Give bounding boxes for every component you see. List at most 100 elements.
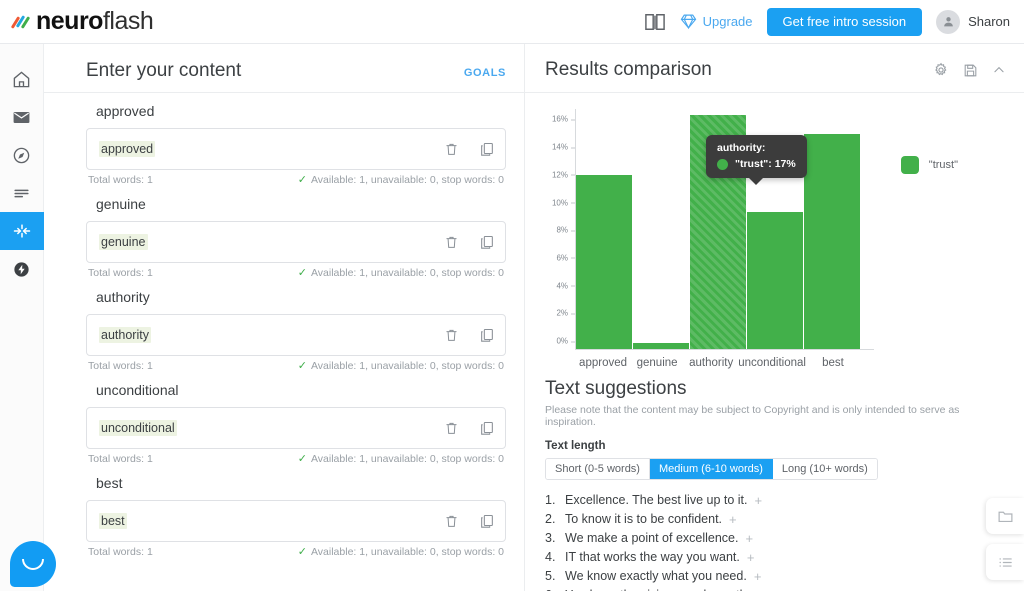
delete-button[interactable]	[444, 141, 459, 157]
bar[interactable]	[746, 212, 803, 349]
field-meta: Total words: 1 ✓ Available: 1, unavailab…	[86, 263, 506, 280]
gear-icon[interactable]	[933, 62, 949, 78]
trash-icon	[446, 329, 457, 341]
y-tick: 12%	[552, 170, 576, 179]
chat-widget-button[interactable]	[10, 541, 56, 587]
bar[interactable]	[803, 133, 860, 349]
keyword-input[interactable]: genuine	[86, 221, 506, 263]
compass-icon	[13, 147, 30, 163]
sidebar-item-text[interactable]	[0, 174, 44, 212]
delete-button[interactable]	[444, 234, 459, 250]
keyword-value: authority	[99, 327, 151, 343]
copy-button[interactable]	[479, 327, 495, 344]
trash-icon	[446, 143, 457, 155]
book-icon[interactable]	[644, 12, 666, 32]
folder-icon	[998, 511, 1012, 522]
check-icon: ✓	[297, 453, 307, 465]
save-icon[interactable]	[963, 63, 978, 78]
text-length-option[interactable]: Long (10+ words)	[772, 459, 877, 479]
bar[interactable]	[633, 343, 690, 349]
delete-button[interactable]	[444, 327, 459, 343]
left-rail	[0, 44, 44, 591]
person-icon	[943, 17, 953, 27]
y-tick: 4%	[556, 281, 575, 290]
suggestion-number: 4.	[545, 550, 556, 564]
top-bar: neuroflash Upgrade Get free intro sessio…	[0, 0, 1024, 44]
tooltip-title: authority:	[717, 142, 766, 154]
total-words: Total words: 1	[88, 266, 153, 279]
sidebar-item-explore[interactable]	[0, 136, 44, 174]
copy-button[interactable]	[479, 420, 495, 437]
content-block: authority authority Total words: 1 ✓ Ava…	[86, 289, 506, 372]
bar-slot	[576, 109, 633, 349]
plus-icon[interactable]: +	[747, 548, 755, 567]
keyword-input[interactable]: authority	[86, 314, 506, 356]
user-menu[interactable]: Sharon	[936, 9, 1010, 34]
list-icon	[998, 557, 1012, 567]
availability-text: Available: 1, unavailable: 0, stop words…	[310, 545, 504, 558]
get-free-intro-session-button[interactable]: Get free intro session	[766, 7, 923, 36]
top-bar-actions: Upgrade Get free intro session Sharon	[644, 7, 1010, 36]
y-tick: 14%	[552, 143, 576, 152]
block-label: unconditional	[96, 382, 179, 398]
plus-icon[interactable]: +	[745, 529, 753, 548]
field-actions	[444, 327, 495, 344]
copy-button[interactable]	[479, 141, 495, 158]
keyword-value: best	[99, 513, 127, 529]
upgrade-button[interactable]: Upgrade	[680, 13, 753, 30]
x-tick-label: authority	[689, 357, 734, 369]
bar[interactable]	[576, 175, 633, 349]
chevron-up-icon[interactable]	[992, 63, 1006, 77]
availability-status: ✓ Available: 1, unavailable: 0, stop wor…	[298, 266, 504, 280]
copy-button[interactable]	[479, 513, 495, 530]
text-suggestions-title: Text suggestions	[545, 378, 687, 399]
copy-button[interactable]	[479, 234, 495, 251]
mail-icon	[13, 111, 30, 123]
field-meta: Total words: 1 ✓ Available: 1, unavailab…	[86, 356, 506, 373]
availability-text: Available: 1, unavailable: 0, stop words…	[310, 266, 504, 279]
sidebar-item-flash[interactable]	[0, 250, 44, 288]
results-panel-actions	[933, 62, 1006, 78]
chat-smile-icon	[22, 558, 44, 570]
text-length-option[interactable]: Short (0-5 words)	[546, 459, 650, 479]
x-tick-label: approved	[579, 357, 628, 369]
sidebar-item-compare[interactable]	[0, 212, 44, 250]
content-block: best best Total words: 1 ✓ Available: 1,…	[86, 475, 506, 558]
keyword-input[interactable]: best	[86, 500, 506, 542]
keyword-input[interactable]: unconditional	[86, 407, 506, 449]
brand-logo[interactable]: neuroflash	[10, 9, 154, 34]
list-item: 2. To know it is to be confident. +	[545, 510, 1008, 529]
list-item: 5. We know exactly what you need. +	[545, 567, 1008, 586]
text-length-option[interactable]: Medium (6-10 words)	[649, 459, 773, 479]
floating-action-stack	[986, 498, 1024, 590]
delete-button[interactable]	[444, 513, 459, 529]
copy-icon	[481, 421, 493, 435]
folder-button[interactable]	[986, 498, 1024, 534]
plus-icon[interactable]: +	[754, 567, 762, 586]
legend-label: "trust"	[928, 159, 958, 171]
copy-icon	[481, 235, 493, 249]
total-words: Total words: 1	[88, 173, 153, 186]
goals-link[interactable]: GOALS	[464, 67, 506, 79]
block-label: approved	[96, 103, 155, 119]
y-tick: 0%	[556, 337, 575, 346]
copyright-note: Please note that the content may be subj…	[545, 404, 960, 428]
app-root: neuroflash Upgrade Get free intro sessio…	[0, 0, 1024, 591]
check-icon: ✓	[297, 546, 307, 558]
plus-icon[interactable]: +	[755, 491, 763, 510]
delete-button[interactable]	[444, 420, 459, 436]
list-button[interactable]	[986, 544, 1024, 580]
results-panel-header: Results comparison	[525, 44, 1024, 93]
plus-icon[interactable]: +	[729, 510, 737, 529]
tooltip-series-dot	[717, 158, 728, 170]
check-icon: ✓	[297, 360, 307, 372]
list-item: 6. You have the vision - we know the way…	[545, 586, 1008, 591]
sidebar-item-mail[interactable]	[0, 98, 44, 136]
keyword-input[interactable]: approved	[86, 128, 506, 170]
tooltip-value: "trust": 17%	[735, 158, 796, 170]
plus-icon[interactable]: +	[789, 586, 797, 591]
total-words: Total words: 1	[88, 545, 153, 558]
sidebar-item-home[interactable]	[0, 60, 44, 98]
x-axis-labels: approved genuine authority unconditional bes…	[576, 350, 860, 369]
content-block: approved approved Total words: 1 ✓ Avail…	[86, 103, 506, 186]
